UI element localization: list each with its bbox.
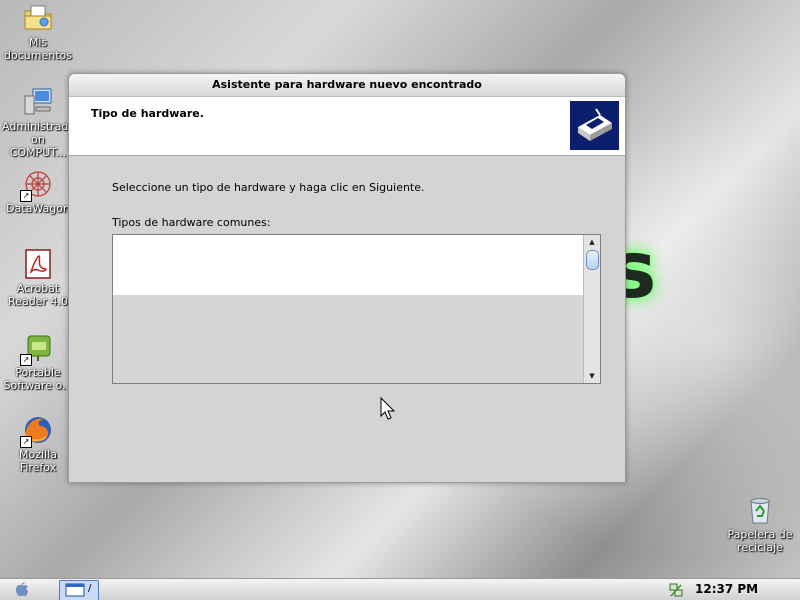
desktop-icon-recycle-bin[interactable]: Papelera de reciclaje: [724, 494, 796, 554]
shortcut-arrow-icon: ↗: [20, 354, 32, 366]
taskbar: / 12:37 PM: [0, 578, 800, 600]
desktop-icon-label: Administrado on COMPUT...: [2, 120, 76, 159]
wizard-header-title: Tipo de hardware.: [91, 107, 204, 120]
hardware-wizard-icon: [570, 101, 619, 150]
taskbar-window-button-label: /: [88, 583, 92, 594]
folder-documents-icon: [22, 2, 54, 34]
portable-software-icon: ↗: [20, 332, 54, 366]
desktop-icon-label: Mis documentos: [4, 36, 72, 62]
desktop-icon-label: Acrobat Reader 4.0: [8, 282, 68, 308]
start-menu-apple-icon[interactable]: [12, 582, 32, 598]
desktop-icon-datawagon[interactable]: ↗ DataWagon: [2, 168, 74, 215]
desktop-icon-label: DataWagon: [6, 202, 70, 215]
hardware-types-listbox[interactable]: ▲ ▼: [112, 234, 601, 384]
scroll-thumb[interactable]: [586, 250, 599, 270]
recycle-bin-icon: [744, 494, 776, 526]
desktop-icon-label: Papelera de reciclaje: [727, 528, 793, 554]
firefox-icon: ↗: [20, 414, 54, 448]
desktop-icon-portable-software[interactable]: ↗ Portable Software o...: [2, 332, 74, 392]
network-tray-icon[interactable]: [668, 582, 684, 598]
hardware-types-label: Tipos de hardware comunes:: [112, 216, 271, 229]
shortcut-arrow-icon: ↗: [20, 190, 32, 202]
dialog-title-bar[interactable]: Asistente para hardware nuevo encontrado: [69, 74, 625, 97]
new-hardware-wizard-dialog: Asistente para hardware nuevo encontrado…: [68, 73, 626, 483]
mouse-cursor-icon: [380, 396, 396, 421]
scroll-up-arrow-icon[interactable]: ▲: [584, 235, 600, 249]
taskbar-window-button[interactable]: /: [59, 580, 99, 600]
desktop-icon-label: Mozilla Firefox: [19, 448, 57, 474]
wizard-instruction: Seleccione un tipo de hardware y haga cl…: [112, 181, 425, 194]
desktop: s Mis documentos Administrado on COMPUT.…: [0, 0, 800, 600]
desktop-icon-acrobat-reader[interactable]: Acrobat Reader 4.0: [2, 248, 74, 308]
desktop-icon-mis-documentos[interactable]: Mis documentos: [2, 2, 74, 62]
desktop-icon-firefox[interactable]: ↗ Mozilla Firefox: [2, 414, 74, 474]
acrobat-reader-icon: [22, 248, 54, 280]
hardware-types-list-area[interactable]: [113, 235, 583, 295]
desktop-icon-administrador[interactable]: Administrado on COMPUT...: [2, 86, 76, 159]
shortcut-arrow-icon: ↗: [20, 436, 32, 448]
listbox-scrollbar[interactable]: ▲ ▼: [583, 235, 600, 383]
wizard-header: Tipo de hardware.: [69, 97, 625, 156]
window-icon: [65, 583, 85, 597]
datawagon-icon: ↗: [20, 168, 54, 202]
taskbar-clock[interactable]: 12:37 PM: [695, 582, 758, 596]
scroll-down-arrow-icon[interactable]: ▼: [584, 369, 600, 383]
computer-icon: [22, 86, 54, 118]
desktop-icon-label: Portable Software o...: [3, 366, 73, 392]
